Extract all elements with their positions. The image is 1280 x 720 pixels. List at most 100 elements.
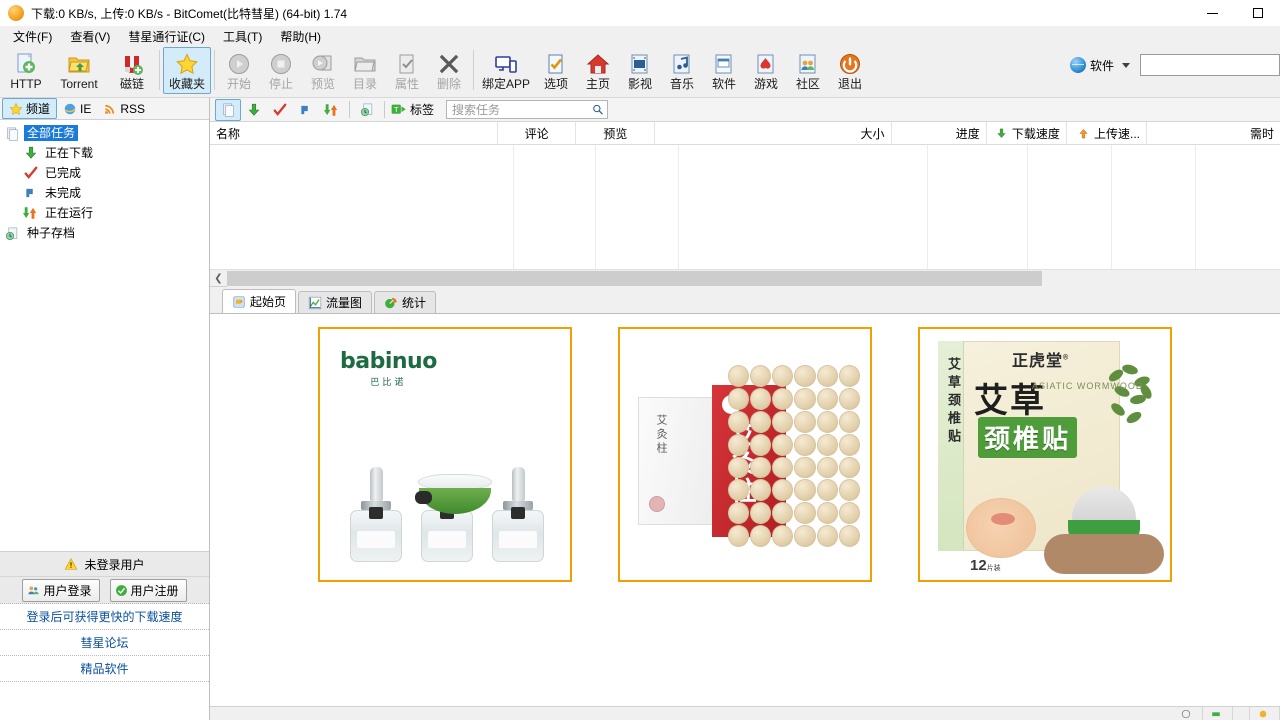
chevron-down-icon[interactable] xyxy=(1122,63,1130,68)
toolbar-button-community[interactable]: 社区 xyxy=(787,47,829,94)
column-header-preview[interactable]: 预览 xyxy=(576,122,655,144)
sidebar-tab-rss[interactable]: RSS xyxy=(97,98,151,119)
tag-button[interactable]: T 标签 xyxy=(389,101,440,118)
tab-traffic-graph[interactable]: 流量图 xyxy=(298,291,372,313)
tree-item-all-tasks[interactable]: 全部任务 xyxy=(0,123,209,143)
task-search-input[interactable] xyxy=(450,102,592,118)
search-icon[interactable] xyxy=(592,103,604,116)
toolbar-label-torrent: Torrent xyxy=(60,77,97,92)
search-input[interactable] xyxy=(1140,54,1280,76)
task-list-hscrollbar[interactable]: ❮ xyxy=(210,269,1280,286)
maximize-button[interactable] xyxy=(1235,0,1280,26)
filter-all-tasks-button[interactable] xyxy=(215,99,241,121)
toolbar-button-torrent[interactable]: Torrent xyxy=(50,47,108,94)
star-favorites-icon xyxy=(174,51,200,77)
user-login-button[interactable]: 用户登录 xyxy=(22,579,99,602)
toolbar-label-properties: 属性 xyxy=(395,77,419,92)
hscrollbar-thumb[interactable] xyxy=(227,271,1042,286)
menu-tools[interactable]: 工具(T) xyxy=(214,26,271,47)
status-cell-dht[interactable] xyxy=(1233,707,1250,720)
moxa-white-box: 艾灸柱 xyxy=(638,397,718,525)
column-header-progress[interactable]: 进度 xyxy=(892,122,987,144)
tab-start-page[interactable]: 起始页 xyxy=(222,289,296,313)
tree-item-running[interactable]: 正在运行 xyxy=(0,203,209,223)
column-header-comment[interactable]: 评论 xyxy=(498,122,576,144)
task-search-box[interactable] xyxy=(446,100,608,119)
game-icon xyxy=(753,51,779,77)
status-cell-network[interactable] xyxy=(1203,707,1233,720)
menu-help[interactable]: 帮助(H) xyxy=(271,26,330,47)
tree-item-torrent-archive-label: 种子存档 xyxy=(24,225,78,241)
tree-item-torrent-archive[interactable]: 种子存档 xyxy=(0,223,209,243)
filter-downloading-button[interactable] xyxy=(241,99,267,121)
toolbar-button-music[interactable]: 音乐 xyxy=(661,47,703,94)
ad-card-moxa-stick[interactable]: 艾灸柱 艾灸柱 xyxy=(618,327,872,582)
menu-view[interactable]: 查看(V) xyxy=(61,26,119,47)
list-grid-col-7 xyxy=(1112,145,1196,269)
login-link-software[interactable]: 精品软件 xyxy=(0,656,209,682)
toolbar-separator-1 xyxy=(159,50,160,90)
status-cell-disk[interactable] xyxy=(1173,707,1203,720)
column-header-name[interactable]: 名称 xyxy=(210,122,498,144)
search-category-label[interactable]: 软件 xyxy=(1090,57,1114,74)
toolbar-button-favorites[interactable]: 收藏夹 xyxy=(163,47,211,94)
wormwood-spine-text: 艾草颈椎贴 xyxy=(944,357,963,447)
tree-item-downloading[interactable]: 正在下载 xyxy=(0,143,209,163)
column-header-download-speed[interactable]: 下载速度 xyxy=(987,122,1067,144)
login-panel-tail xyxy=(0,682,209,720)
toolbar-button-software[interactable]: 软件 xyxy=(703,47,745,94)
moxa-stick-bundle xyxy=(728,365,860,547)
tree-item-incomplete[interactable]: 未完成 xyxy=(0,183,209,203)
toolbar-button-start[interactable]: 开始 xyxy=(218,47,260,94)
tag-icon: T xyxy=(391,103,407,116)
menu-file[interactable]: 文件(F) xyxy=(4,26,61,47)
tab-start-page-label: 起始页 xyxy=(250,293,286,310)
column-header-eta-label: 需时 xyxy=(1250,125,1274,142)
toolbar-button-properties[interactable]: 属性 xyxy=(386,47,428,94)
hscrollbar-track[interactable] xyxy=(227,270,1280,287)
wormwood-patch-product xyxy=(1044,486,1164,578)
column-header-eta[interactable]: 需时 xyxy=(1147,122,1280,144)
filter-incomplete-button[interactable] xyxy=(293,99,319,121)
bind-app-icon xyxy=(493,51,519,77)
toolbar-label-software: 软件 xyxy=(712,77,736,92)
column-header-size[interactable]: 大小 xyxy=(655,122,891,144)
all-tasks-icon xyxy=(4,126,21,141)
toolbar-button-options[interactable]: 选项 xyxy=(535,47,577,94)
toolbar-button-bind-app[interactable]: 绑定APP xyxy=(477,47,535,94)
task-list-body[interactable] xyxy=(210,145,1280,269)
sidebar-tab-channel[interactable]: 频道 xyxy=(2,98,57,119)
sidebar-tab-ie[interactable]: IE xyxy=(57,98,97,119)
check-circle-icon xyxy=(115,584,128,597)
minimize-button[interactable] xyxy=(1190,0,1235,26)
filter-completed-button[interactable] xyxy=(267,99,293,121)
running-arrows-icon xyxy=(22,206,39,220)
toolbar-button-http[interactable]: HTTP xyxy=(2,47,50,94)
toolbar-button-directory[interactable]: 目录 xyxy=(344,47,386,94)
status-cell-listen[interactable] xyxy=(1250,707,1280,720)
sidebar-tabs: 频道 IE RSS xyxy=(0,98,209,120)
user-register-button[interactable]: 用户注册 xyxy=(110,579,187,602)
column-header-upload-speed[interactable]: 上传速... xyxy=(1067,122,1147,144)
ad-card-wormwood-patch[interactable]: 艾草颈椎贴 正虎堂® 艾草 ASIATIC WORMWOOD xyxy=(918,327,1172,582)
toolbar-button-magnet[interactable]: 磁链 xyxy=(108,47,156,94)
right-panel: T 标签 名称 评论 预览 xyxy=(210,98,1280,720)
ad-card-babinuo[interactable]: babinuo 巴比诺 xyxy=(318,327,572,582)
chevron-left-icon[interactable]: ❮ xyxy=(210,270,227,287)
toolbar-button-stop[interactable]: 停止 xyxy=(260,47,302,94)
toolbar-button-exit[interactable]: 退出 xyxy=(829,47,871,94)
tab-statistics[interactable]: 统计 xyxy=(374,291,436,313)
toolbar-button-movies[interactable]: 影视 xyxy=(619,47,661,94)
toolbar-button-games[interactable]: 游戏 xyxy=(745,47,787,94)
moxa-box-side-text: 艾灸柱 xyxy=(653,414,669,456)
toolbar-button-home[interactable]: 主页 xyxy=(577,47,619,94)
login-link-forum[interactable]: 彗星论坛 xyxy=(0,630,209,656)
login-link-faster-speed[interactable]: 登录后可获得更快的下载速度 xyxy=(0,604,209,630)
tree-item-completed[interactable]: 已完成 xyxy=(0,163,209,183)
list-grid-col-3 xyxy=(596,145,679,269)
menu-passport[interactable]: 彗星通行证(C) xyxy=(119,26,214,47)
filter-running-button[interactable] xyxy=(319,99,345,121)
toolbar-button-preview[interactable]: 预览 xyxy=(302,47,344,94)
toolbar-button-delete[interactable]: 删除 xyxy=(428,47,470,94)
filter-torrent-archive-button[interactable] xyxy=(354,99,380,121)
